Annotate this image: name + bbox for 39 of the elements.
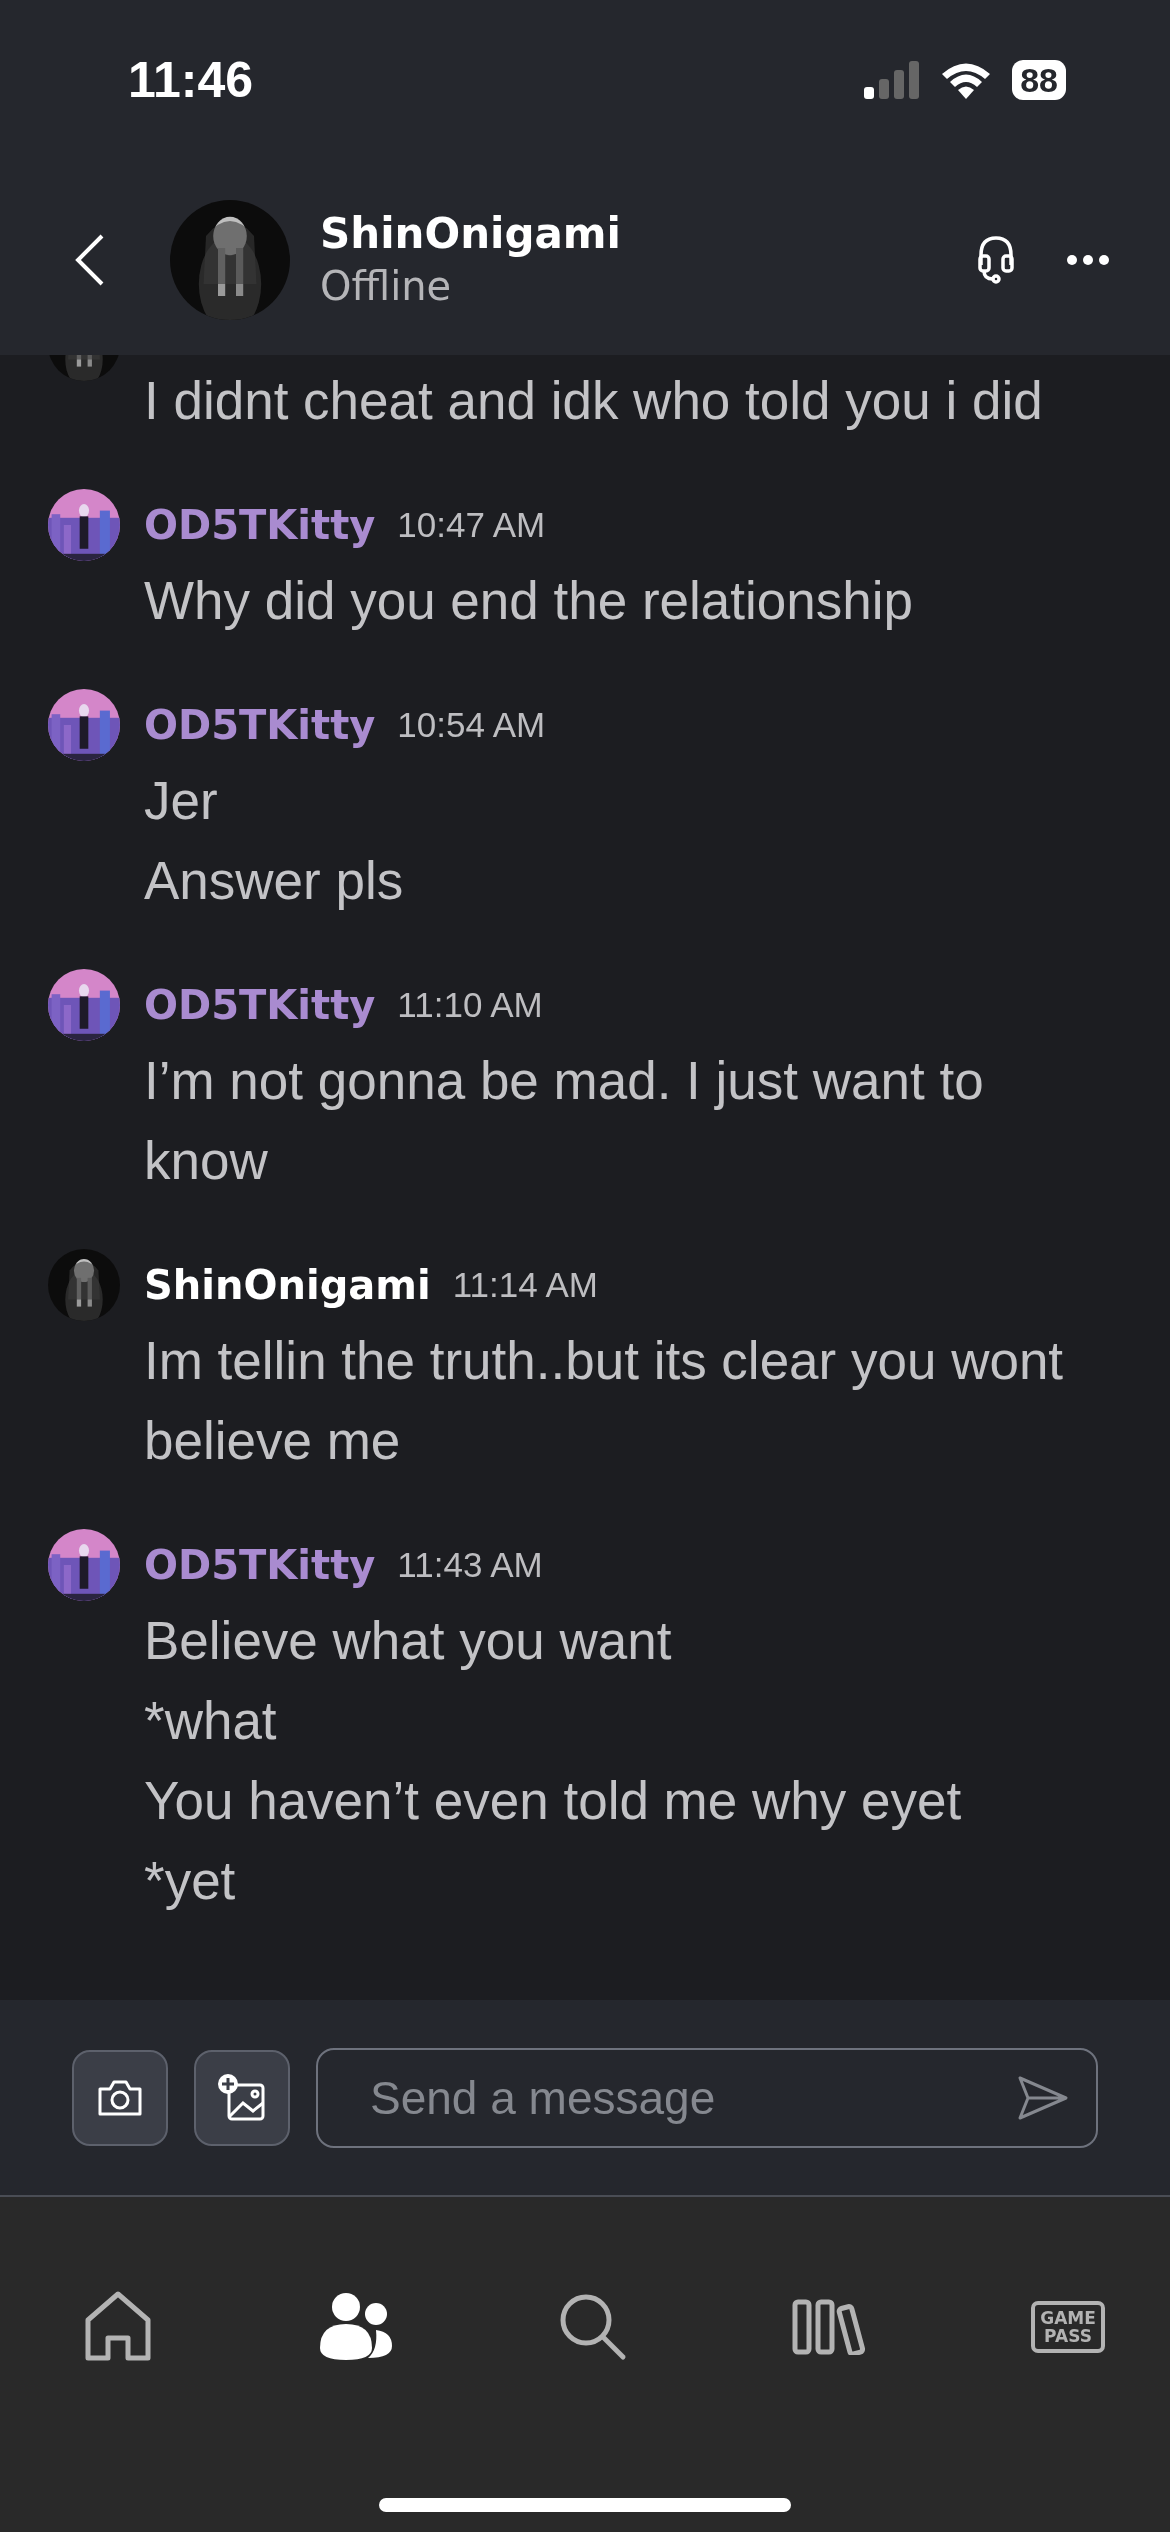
message-author: OD5TKitty: [144, 502, 376, 548]
message-text: *yet: [144, 1850, 237, 1912]
send-icon[interactable]: [1018, 2075, 1068, 2120]
contact-status: Offline: [320, 262, 453, 311]
message-text: I’m not gonna be mad. I just want to know: [144, 1050, 985, 1192]
people-icon: [317, 2292, 394, 2362]
more-button[interactable]: [1066, 254, 1110, 266]
message-text: Believe what you want: [144, 1610, 673, 1672]
add-image-icon: [217, 2072, 267, 2123]
message-text: I didnt cheat and idk who told you i did: [144, 370, 1043, 432]
signal-icon: [864, 61, 921, 99]
message-text: Im tellin the truth..but its clear you wont believe me: [144, 1330, 1065, 1472]
contact-name: ShinOnigami: [320, 208, 622, 260]
camera-button[interactable]: [72, 2049, 168, 2146]
message-time: 11:14 AM: [452, 1265, 598, 1305]
battery-indicator: 88: [1012, 60, 1066, 100]
message-time: 10:54 AM: [397, 705, 546, 745]
message-text: Answer pls: [144, 850, 405, 912]
home-icon: [83, 2290, 153, 2364]
message-author: OD5TKitty: [144, 982, 376, 1028]
message-author: OD5TKitty: [144, 1542, 376, 1588]
message-author: OD5TKitty: [144, 702, 376, 748]
message-text: *what: [144, 1690, 278, 1752]
message-author: ShinOnigami: [144, 1262, 431, 1308]
message-field[interactable]: Send a message: [316, 2047, 1098, 2148]
message-text: Why did you end the relationship: [144, 570, 913, 632]
wifi-icon: [940, 61, 993, 99]
camera-icon: [97, 2078, 143, 2117]
message-time: 11:10 AM: [397, 985, 543, 1025]
message-text: Jer: [144, 770, 219, 832]
message-text: You haven’t even told me why eyet: [144, 1770, 962, 1832]
add-image-button[interactable]: [194, 2049, 290, 2146]
status-time: 11:46: [128, 51, 254, 109]
game-pass-logo: GAME PASS: [1031, 2301, 1105, 2353]
headset-button[interactable]: [976, 235, 1016, 285]
message-time: 11:43 AM: [397, 1545, 543, 1585]
message-time: 10:47 AM: [397, 505, 546, 545]
search-icon: [559, 2293, 627, 2361]
nav-tab[interactable]: GAME PASS: [1028, 2287, 1108, 2367]
